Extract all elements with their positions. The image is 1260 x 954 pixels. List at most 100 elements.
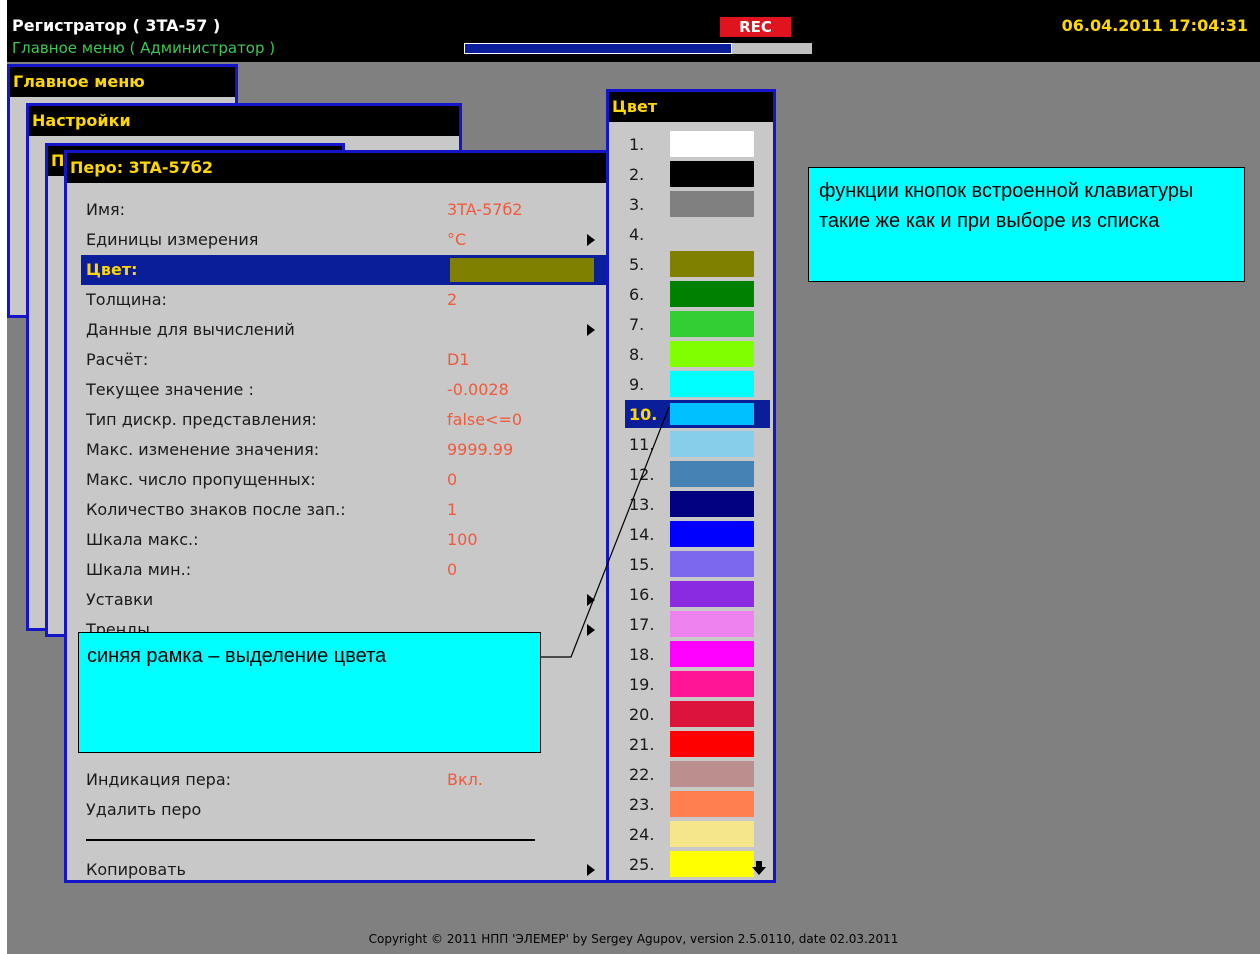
device-title: Регистратор ( 3TA-57 ) — [12, 16, 221, 35]
color-number: 18. — [629, 645, 655, 664]
color-option[interactable]: 6. — [609, 279, 773, 309]
color-number: 24. — [629, 825, 655, 844]
color-option[interactable]: 21. — [609, 729, 773, 759]
pen-setting-label: Шкала макс.: — [86, 530, 199, 549]
settings-title: Настройки — [29, 106, 459, 136]
color-number: 7. — [629, 315, 645, 334]
color-swatch — [670, 461, 754, 487]
color-option[interactable]: 3. — [609, 189, 773, 219]
pen-setting-row[interactable]: Удалить перо — [81, 795, 613, 825]
pen-setting-label: Уставки — [86, 590, 154, 609]
pen-window[interactable]: Перо: 3TA-57б2 Имя: 3TA-57б2 Единицы измер… — [64, 150, 616, 883]
color-option[interactable]: 8. — [609, 339, 773, 369]
main-menu-title: Главное меню — [10, 67, 235, 97]
color-option[interactable]: 16. — [609, 579, 773, 609]
color-number: 5. — [629, 255, 645, 274]
pen-setting-label: Шкала мин.: — [86, 560, 192, 579]
pen-setting-row[interactable]: Уставки — [81, 585, 613, 615]
pen-setting-row[interactable]: Имя: 3TA-57б2 — [81, 195, 613, 225]
separator-line — [86, 839, 535, 841]
scroll-down-icon[interactable] — [752, 861, 766, 875]
color-option[interactable]: 1. — [609, 129, 773, 159]
color-option[interactable]: 13. — [609, 489, 773, 519]
color-swatch — [670, 701, 754, 727]
color-window-title: Цвет — [609, 92, 773, 122]
pen-setting-value: °C — [447, 230, 467, 249]
color-number: 21. — [629, 735, 655, 754]
pen-setting-row[interactable]: Единицы измерения °C — [81, 225, 613, 255]
pen-setting-row[interactable]: Шкала мин.: 0 — [81, 555, 613, 585]
pen-setting-row[interactable]: Количество знаков после зап.: 1 — [81, 495, 613, 525]
color-swatch — [670, 851, 754, 877]
color-option[interactable]: 18. — [609, 639, 773, 669]
copyright-text: Copyright © 2011 НПП 'ЭЛЕМЕР' by Sergey … — [368, 932, 899, 946]
pen-setting-row[interactable]: Цвет: — [81, 255, 613, 285]
pen-setting-row[interactable]: Толщина: 2 — [81, 285, 613, 315]
color-number: 14. — [629, 525, 655, 544]
color-option[interactable]: 5. — [609, 249, 773, 279]
color-option[interactable]: 24. — [609, 819, 773, 849]
pen-setting-row[interactable]: Расчёт: D1 — [81, 345, 613, 375]
color-option[interactable]: 14. — [609, 519, 773, 549]
callout-keyboard-functions: функции кнопок встроенной клавиатуры так… — [808, 167, 1245, 282]
color-swatch — [670, 191, 754, 217]
color-option[interactable]: 23. — [609, 789, 773, 819]
color-swatch — [670, 581, 754, 607]
color-swatch — [670, 821, 754, 847]
pen-setting-value: 100 — [447, 530, 478, 549]
color-number: 16. — [629, 585, 655, 604]
color-option[interactable]: 2. — [609, 159, 773, 189]
pen-setting-label: Индикация пера: — [86, 770, 232, 789]
pen-setting-label: Копировать — [86, 860, 186, 879]
color-option[interactable]: 10. — [609, 399, 773, 429]
color-swatch — [670, 281, 754, 307]
color-option[interactable]: 9. — [609, 369, 773, 399]
color-number: 15. — [629, 555, 655, 574]
color-picker-window[interactable]: Цвет 1. 2. 3. 4. 5. 6. 7. 8. 9. 10. 11. 12. 13. 14. 15… — [606, 89, 776, 883]
color-option[interactable]: 19. — [609, 669, 773, 699]
color-number: 3. — [629, 195, 645, 214]
pen-setting-value: -0.0028 — [447, 380, 509, 399]
pen-setting-value: 2 — [447, 290, 458, 309]
pen-setting-row[interactable]: Данные для вычислений — [81, 315, 613, 345]
pen-setting-value: Вкл. — [447, 770, 483, 789]
color-option[interactable]: 7. — [609, 309, 773, 339]
pen-setting-value: 0 — [447, 560, 458, 579]
pen-setting-row[interactable]: Шкала макс.: 100 — [81, 525, 613, 555]
color-option[interactable]: 4. — [609, 219, 773, 249]
rec-indicator: REC — [720, 17, 791, 37]
status-bar: Регистратор ( 3TA-57 ) Главное меню ( Ад… — [7, 0, 1260, 62]
color-number: 25. — [629, 855, 655, 874]
color-number: 11. — [629, 435, 655, 454]
pen-setting-label: Данные для вычислений — [86, 320, 295, 339]
pen-setting-label: Удалить перо — [86, 800, 202, 819]
pen-setting-row[interactable]: Текущее значение : -0.0028 — [81, 375, 613, 405]
color-number: 9. — [629, 375, 645, 394]
menu-separator — [81, 825, 613, 855]
color-option[interactable]: 12. — [609, 459, 773, 489]
color-option[interactable]: 11. — [609, 429, 773, 459]
color-option[interactable]: 20. — [609, 699, 773, 729]
pen-setting-row[interactable]: Копировать — [81, 855, 613, 885]
pen-setting-label: Толщина: — [86, 290, 167, 309]
color-number: 12. — [629, 465, 655, 484]
color-option[interactable]: 25. — [609, 849, 773, 879]
current-color-swatch — [450, 258, 594, 282]
color-option[interactable]: 15. — [609, 549, 773, 579]
color-swatch — [670, 221, 754, 247]
pen-setting-row[interactable]: Индикация пера: Вкл. — [81, 765, 613, 795]
color-number: 1. — [629, 135, 645, 154]
pen-setting-label: Имя: — [86, 200, 126, 219]
color-number: 10. — [629, 405, 658, 424]
pen-setting-label: Единицы измерения — [86, 230, 259, 249]
pen-setting-row[interactable]: Макс. число пропущенных: 0 — [81, 465, 613, 495]
color-option[interactable]: 22. — [609, 759, 773, 789]
color-option[interactable]: 17. — [609, 609, 773, 639]
color-swatch — [670, 491, 754, 517]
color-number: 20. — [629, 705, 655, 724]
submenu-arrow-icon — [587, 234, 595, 246]
pen-setting-row[interactable]: Макс. изменение значения: 9999.99 — [81, 435, 613, 465]
color-swatch — [670, 341, 754, 367]
pen-setting-row[interactable]: Тип дискр. представления: false<=0 — [81, 405, 613, 435]
color-number: 22. — [629, 765, 655, 784]
